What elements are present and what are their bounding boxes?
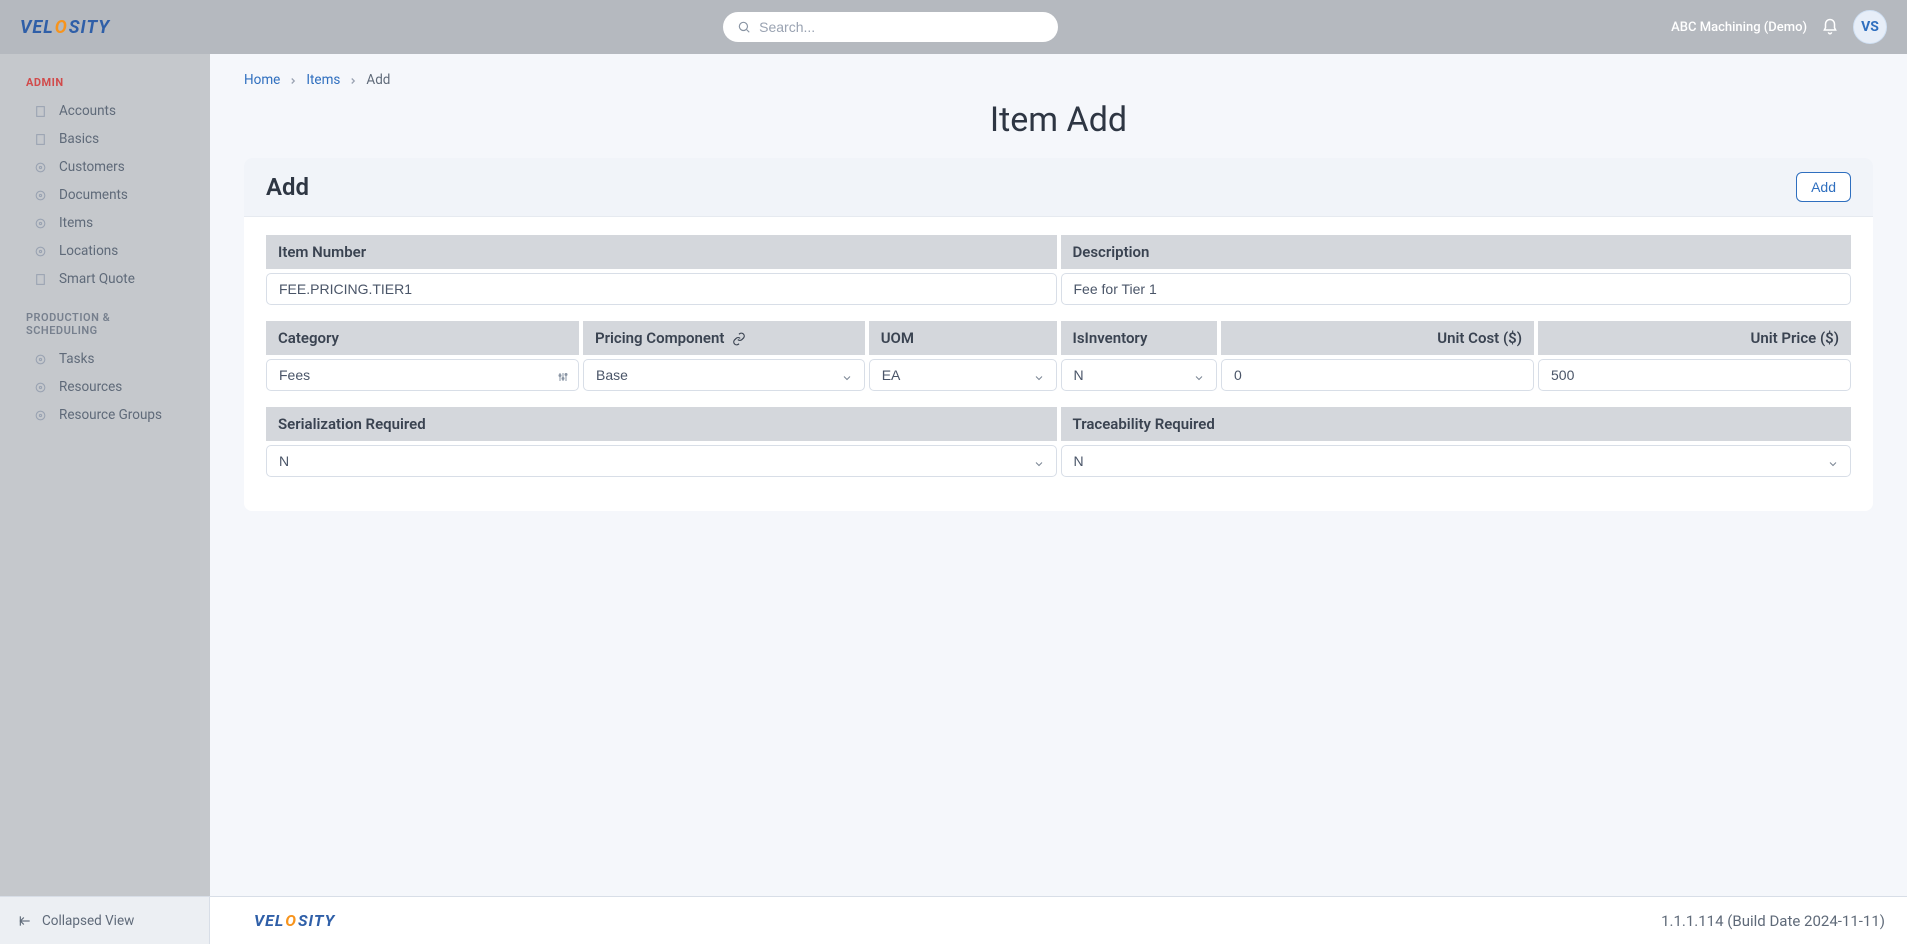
traceability-required-select[interactable] bbox=[1061, 445, 1852, 477]
label-item-number: Item Number bbox=[266, 235, 1057, 269]
building-icon bbox=[34, 273, 47, 286]
search-icon bbox=[737, 19, 751, 35]
unit-price-input[interactable] bbox=[1538, 359, 1851, 391]
app-logo[interactable]: VELOSITY bbox=[20, 17, 110, 38]
sidebar-item-label: Tasks bbox=[59, 351, 94, 367]
sidebar-item-basics[interactable]: Basics bbox=[0, 125, 210, 153]
chevron-right-icon bbox=[348, 74, 358, 87]
topbar: VELOSITY ABC Machining (Demo) VS bbox=[0, 0, 1907, 54]
sidebar-item-locations[interactable]: Locations bbox=[0, 237, 210, 265]
sidebar-item-label: Customers bbox=[59, 159, 125, 175]
sidebar-item-label: Smart Quote bbox=[59, 271, 135, 287]
breadcrumb-home[interactable]: Home bbox=[244, 72, 280, 88]
search-input[interactable] bbox=[723, 12, 1058, 42]
unit-cost-input[interactable] bbox=[1221, 359, 1534, 391]
target-icon bbox=[34, 217, 47, 230]
sidebar-item-accounts[interactable]: Accounts bbox=[0, 97, 210, 125]
sidebar-item-smart-quote[interactable]: Smart Quote bbox=[0, 265, 210, 293]
label-category: Category bbox=[266, 321, 579, 355]
card-title: Add bbox=[266, 173, 309, 201]
sidebar-item-label: Resource Groups bbox=[59, 407, 162, 423]
label-traceability-required: Traceability Required bbox=[1061, 407, 1852, 441]
building-icon bbox=[34, 105, 47, 118]
sidebar-item-label: Items bbox=[59, 215, 93, 231]
breadcrumb-current: Add bbox=[366, 72, 390, 88]
adjust-icon[interactable] bbox=[557, 369, 569, 385]
sidebar-section-admin: ADMIN bbox=[0, 76, 210, 97]
version-text: 1.1.1.114 (Build Date 2024-11-11) bbox=[1661, 912, 1885, 930]
target-icon bbox=[34, 161, 47, 174]
breadcrumb-items[interactable]: Items bbox=[306, 72, 340, 88]
sidebar-item-label: Documents bbox=[59, 187, 128, 203]
sidebar-item-label: Resources bbox=[59, 379, 122, 395]
serialization-required-select[interactable] bbox=[266, 445, 1057, 477]
target-icon bbox=[34, 353, 47, 366]
sidebar-item-label: Accounts bbox=[59, 103, 116, 119]
sidebar-item-items[interactable]: Items bbox=[0, 209, 210, 237]
footer-logo: VELOSITY bbox=[254, 911, 335, 930]
sidebar-item-label: Basics bbox=[59, 131, 99, 147]
is-inventory-select[interactable] bbox=[1061, 359, 1218, 391]
label-unit-cost: Unit Cost ($) bbox=[1221, 321, 1534, 355]
item-number-input[interactable] bbox=[266, 273, 1057, 305]
sidebar-section-production: PRODUCTION & SCHEDULING bbox=[0, 293, 210, 345]
sidebar-item-documents[interactable]: Documents bbox=[0, 181, 210, 209]
label-description: Description bbox=[1061, 235, 1852, 269]
label-pricing-component: Pricing Component bbox=[583, 321, 865, 355]
building-icon bbox=[34, 133, 47, 146]
link-icon bbox=[732, 329, 746, 347]
notification-bell-icon[interactable] bbox=[1821, 18, 1839, 36]
target-icon bbox=[34, 381, 47, 394]
page-title: Item Add bbox=[244, 100, 1873, 140]
label-unit-price: Unit Price ($) bbox=[1538, 321, 1851, 355]
uom-select[interactable] bbox=[869, 359, 1057, 391]
label-uom: UOM bbox=[869, 321, 1057, 355]
category-input[interactable] bbox=[266, 359, 579, 391]
org-name: ABC Machining (Demo) bbox=[1671, 20, 1807, 35]
collapse-icon bbox=[18, 913, 32, 929]
main-content: Home Items Add Item Add Add Add Item Num… bbox=[210, 54, 1907, 896]
target-icon bbox=[34, 245, 47, 258]
form-card: Add Add Item Number Description bbox=[244, 158, 1873, 511]
sidebar-item-resource-groups[interactable]: Resource Groups bbox=[0, 401, 210, 429]
add-button[interactable]: Add bbox=[1796, 172, 1851, 202]
label-serialization-required: Serialization Required bbox=[266, 407, 1057, 441]
collapsed-view-label: Collapsed View bbox=[42, 913, 134, 929]
sidebar-item-resources[interactable]: Resources bbox=[0, 373, 210, 401]
target-icon bbox=[34, 189, 47, 202]
sidebar-item-customers[interactable]: Customers bbox=[0, 153, 210, 181]
footer: Collapsed View VELOSITY 1.1.1.114 (Build… bbox=[0, 896, 1907, 944]
sidebar-item-tasks[interactable]: Tasks bbox=[0, 345, 210, 373]
pricing-component-select[interactable] bbox=[583, 359, 865, 391]
collapsed-view-toggle[interactable]: Collapsed View bbox=[0, 897, 210, 944]
label-is-inventory: IsInventory bbox=[1061, 321, 1218, 355]
target-icon bbox=[34, 409, 47, 422]
chevron-right-icon bbox=[288, 74, 298, 87]
avatar[interactable]: VS bbox=[1853, 10, 1887, 44]
sidebar: ADMIN Accounts Basics Customers Document… bbox=[0, 54, 210, 896]
breadcrumb: Home Items Add bbox=[244, 72, 1873, 88]
description-input[interactable] bbox=[1061, 273, 1852, 305]
sidebar-item-label: Locations bbox=[59, 243, 118, 259]
